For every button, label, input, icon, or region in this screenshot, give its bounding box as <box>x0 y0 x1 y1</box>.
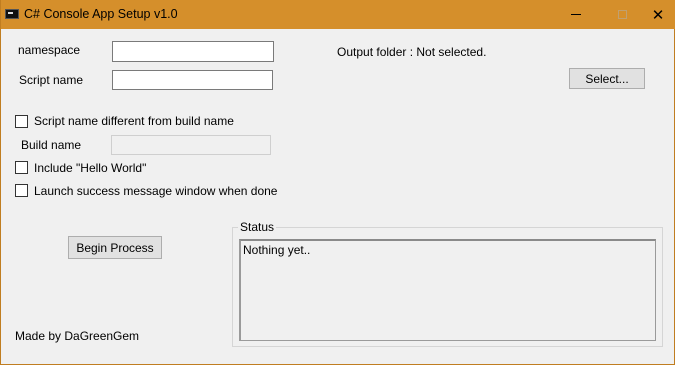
build-name-input[interactable] <box>111 135 271 155</box>
window-title: C# Console App Setup v1.0 <box>24 7 178 21</box>
script-name-input[interactable] <box>112 70 273 90</box>
output-folder-status: Output folder : Not selected. <box>337 45 487 59</box>
launch-message-checkbox[interactable] <box>15 184 28 197</box>
close-button[interactable]: ✕ <box>635 0 675 29</box>
close-icon: ✕ <box>651 6 665 24</box>
maximize-icon <box>617 10 627 19</box>
minimize-icon <box>571 14 581 15</box>
status-group-label: Status <box>238 220 277 234</box>
hello-world-checkbox[interactable] <box>15 161 28 174</box>
launch-message-label[interactable]: Launch success message window when done <box>34 184 277 198</box>
footer-credit: Made by DaGreenGem <box>15 329 140 343</box>
different-name-label[interactable]: Script name different from build name <box>34 114 234 128</box>
select-folder-button[interactable]: Select... <box>569 68 645 89</box>
hello-world-label[interactable]: Include "Hello World" <box>34 161 146 175</box>
status-textbox[interactable]: Nothing yet.. <box>239 239 656 341</box>
namespace-input[interactable] <box>112 41 274 62</box>
different-name-checkbox[interactable] <box>15 115 28 128</box>
script-name-label: Script name <box>19 73 84 87</box>
title-bar[interactable]: C# Console App Setup v1.0 ✕ <box>1 0 675 29</box>
app-window: C# Console App Setup v1.0 ✕ namespace Sc… <box>0 0 675 365</box>
namespace-label: namespace <box>18 43 81 57</box>
build-name-label: Build name <box>21 138 82 152</box>
console-app-icon <box>5 9 19 19</box>
minimize-button[interactable] <box>553 0 599 29</box>
begin-process-button[interactable]: Begin Process <box>68 236 162 259</box>
